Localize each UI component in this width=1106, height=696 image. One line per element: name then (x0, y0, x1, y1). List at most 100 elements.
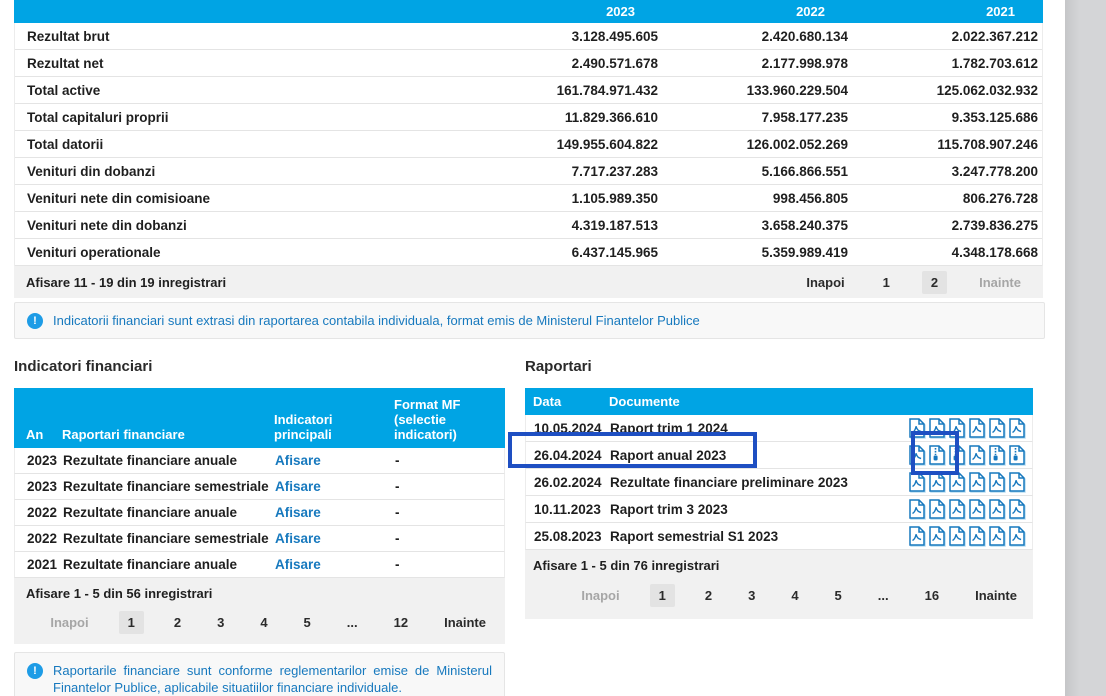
value-cell: 3.128.495.605 (472, 29, 662, 44)
records-summary: Afisare 11 - 19 din 19 inregistrari (26, 275, 226, 290)
format-cell: - (395, 557, 504, 572)
year-header-2022: 2022 (663, 4, 853, 19)
pdf-document-icon[interactable] (968, 472, 986, 492)
info-icon: ! (27, 313, 43, 329)
year-cell: 2023 (27, 479, 63, 494)
pagination-page-16[interactable]: 16 (919, 584, 945, 607)
value-cell: 806.276.728 (852, 191, 1042, 206)
value-cell: 998.456.805 (662, 191, 852, 206)
table-header-row: Data Documente (525, 388, 1033, 415)
pagination-page-2-selected[interactable]: 2 (922, 271, 947, 294)
pdf-document-icon[interactable] (1008, 526, 1026, 546)
pdf-document-icon[interactable] (1008, 418, 1026, 438)
records-summary: Afisare 1 - 5 din 56 inregistrari (26, 586, 492, 601)
pagination-page-1-selected[interactable]: 1 (119, 611, 144, 634)
indicatori-financiari-table: An Raportari financiare Indicatori princ… (14, 388, 505, 644)
indicatori-financiari-title: Indicatori financiari (14, 358, 152, 375)
table-row: Venituri operationale 6.437.145.965 5.35… (15, 239, 1042, 266)
reports-info-note: ! Raportarile financiare sunt conforme r… (14, 652, 505, 696)
pagination-page-2[interactable]: 2 (168, 611, 187, 634)
pagination-next-button[interactable]: Inainte (438, 611, 492, 634)
indicator-label: Total active (15, 83, 472, 98)
pagination: Inapoi 1 2 3 4 5 ... 16 Inainte (533, 584, 1023, 607)
value-cell: 149.955.604.822 (472, 137, 662, 152)
document-name-cell: Raport semestrial S1 2023 (610, 529, 908, 544)
pagination-page-1-selected[interactable]: 1 (650, 584, 675, 607)
pdf-document-icon[interactable] (1008, 472, 1026, 492)
report-name-cell: Rezultate financiare anuale (63, 557, 275, 572)
document-name-cell: Raport trim 3 2023 (610, 502, 908, 517)
date-cell: 10.11.2023 (534, 502, 610, 517)
value-cell: 161.784.971.432 (472, 83, 662, 98)
value-cell: 9.353.125.686 (852, 110, 1042, 125)
pagination-page-1[interactable]: 1 (877, 271, 896, 294)
pagination-page-3[interactable]: 3 (211, 611, 230, 634)
pdf-document-icon[interactable] (928, 472, 946, 492)
report-name-cell: Rezultate financiare semestriale (63, 531, 275, 546)
value-cell: 3.658.240.375 (662, 218, 852, 233)
afisare-link[interactable]: Afisare (275, 505, 395, 520)
pdf-document-icon[interactable] (968, 445, 986, 465)
pagination-next-button[interactable]: Inainte (969, 584, 1023, 607)
pdf-document-icon[interactable] (948, 472, 966, 492)
afisare-link[interactable]: Afisare (275, 479, 395, 494)
value-cell: 2.420.680.134 (662, 29, 852, 44)
afisare-link[interactable]: Afisare (275, 557, 395, 572)
pdf-document-icon[interactable] (908, 472, 926, 492)
table-header-row: 2023 2022 2021 (14, 0, 1043, 23)
pagination-prev-button[interactable]: Inapoi (800, 271, 850, 294)
value-cell: 115.708.907.246 (852, 137, 1042, 152)
pagination-page-4[interactable]: 4 (785, 584, 804, 607)
zip-document-icon[interactable] (988, 445, 1006, 465)
value-cell: 6.437.145.965 (472, 245, 662, 260)
pdf-document-icon[interactable] (928, 526, 946, 546)
format-cell: - (395, 479, 504, 494)
pdf-document-icon[interactable] (988, 472, 1006, 492)
indicators-info-note: ! Indicatorii financiari sunt extrasi di… (14, 302, 1045, 339)
pdf-document-icon[interactable] (928, 499, 946, 519)
pagination-page-5[interactable]: 5 (829, 584, 848, 607)
pagination-page-2[interactable]: 2 (699, 584, 718, 607)
table-row: 2022 Rezultate financiare anuale Afisare… (14, 500, 505, 526)
pdf-document-icon[interactable] (968, 526, 986, 546)
afisare-link[interactable]: Afisare (275, 531, 395, 546)
pagination-page-3[interactable]: 3 (742, 584, 761, 607)
pagination-page-12[interactable]: 12 (388, 611, 414, 634)
table-row: Venituri din dobanzi 7.717.237.283 5.166… (15, 158, 1042, 185)
year-cell: 2023 (27, 453, 63, 468)
header-data: Data (533, 394, 609, 409)
zip-document-icon[interactable] (1008, 445, 1026, 465)
pdf-document-icon[interactable] (908, 526, 926, 546)
pdf-document-icon[interactable] (988, 418, 1006, 438)
pdf-document-icon[interactable] (988, 526, 1006, 546)
afisare-link[interactable]: Afisare (275, 453, 395, 468)
pagination-page-4[interactable]: 4 (254, 611, 273, 634)
table-row: Total capitaluri proprii 11.829.366.610 … (15, 104, 1042, 131)
header-documente: Documente (609, 394, 1033, 409)
pdf-document-icon[interactable] (1008, 499, 1026, 519)
pdf-document-icon[interactable] (988, 499, 1006, 519)
selection-annotation-report-row (508, 432, 757, 468)
pagination-page-5[interactable]: 5 (298, 611, 317, 634)
report-name-cell: Rezultate financiare anuale (63, 505, 275, 520)
value-cell: 125.062.032.932 (852, 83, 1042, 98)
pagination-ellipsis: ... (341, 611, 364, 634)
indicator-label: Venituri nete din dobanzi (15, 218, 472, 233)
pdf-document-icon[interactable] (948, 526, 966, 546)
header-raportari-financiare: Raportari financiare (62, 427, 274, 442)
pdf-document-icon[interactable] (908, 499, 926, 519)
document-icons (908, 499, 1026, 519)
table-row: Rezultat net 2.490.571.678 2.177.998.978… (15, 50, 1042, 77)
table-row: 2023 Rezultate financiare anuale Afisare… (14, 448, 505, 474)
year-header-2023: 2023 (473, 4, 663, 19)
value-cell: 2.177.998.978 (662, 56, 852, 71)
indicator-label: Venituri din dobanzi (15, 164, 472, 179)
value-cell: 2.022.367.212 (852, 29, 1042, 44)
pdf-document-icon[interactable] (968, 499, 986, 519)
pdf-document-icon[interactable] (948, 499, 966, 519)
records-summary: Afisare 1 - 5 din 76 inregistrari (533, 558, 1023, 573)
pdf-document-icon[interactable] (968, 418, 986, 438)
document-name-cell: Rezultate financiare preliminare 2023 (610, 475, 908, 490)
table-row: 10.11.2023 Raport trim 3 2023 (525, 496, 1033, 523)
table-row: Rezultat brut 3.128.495.605 2.420.680.13… (15, 23, 1042, 50)
